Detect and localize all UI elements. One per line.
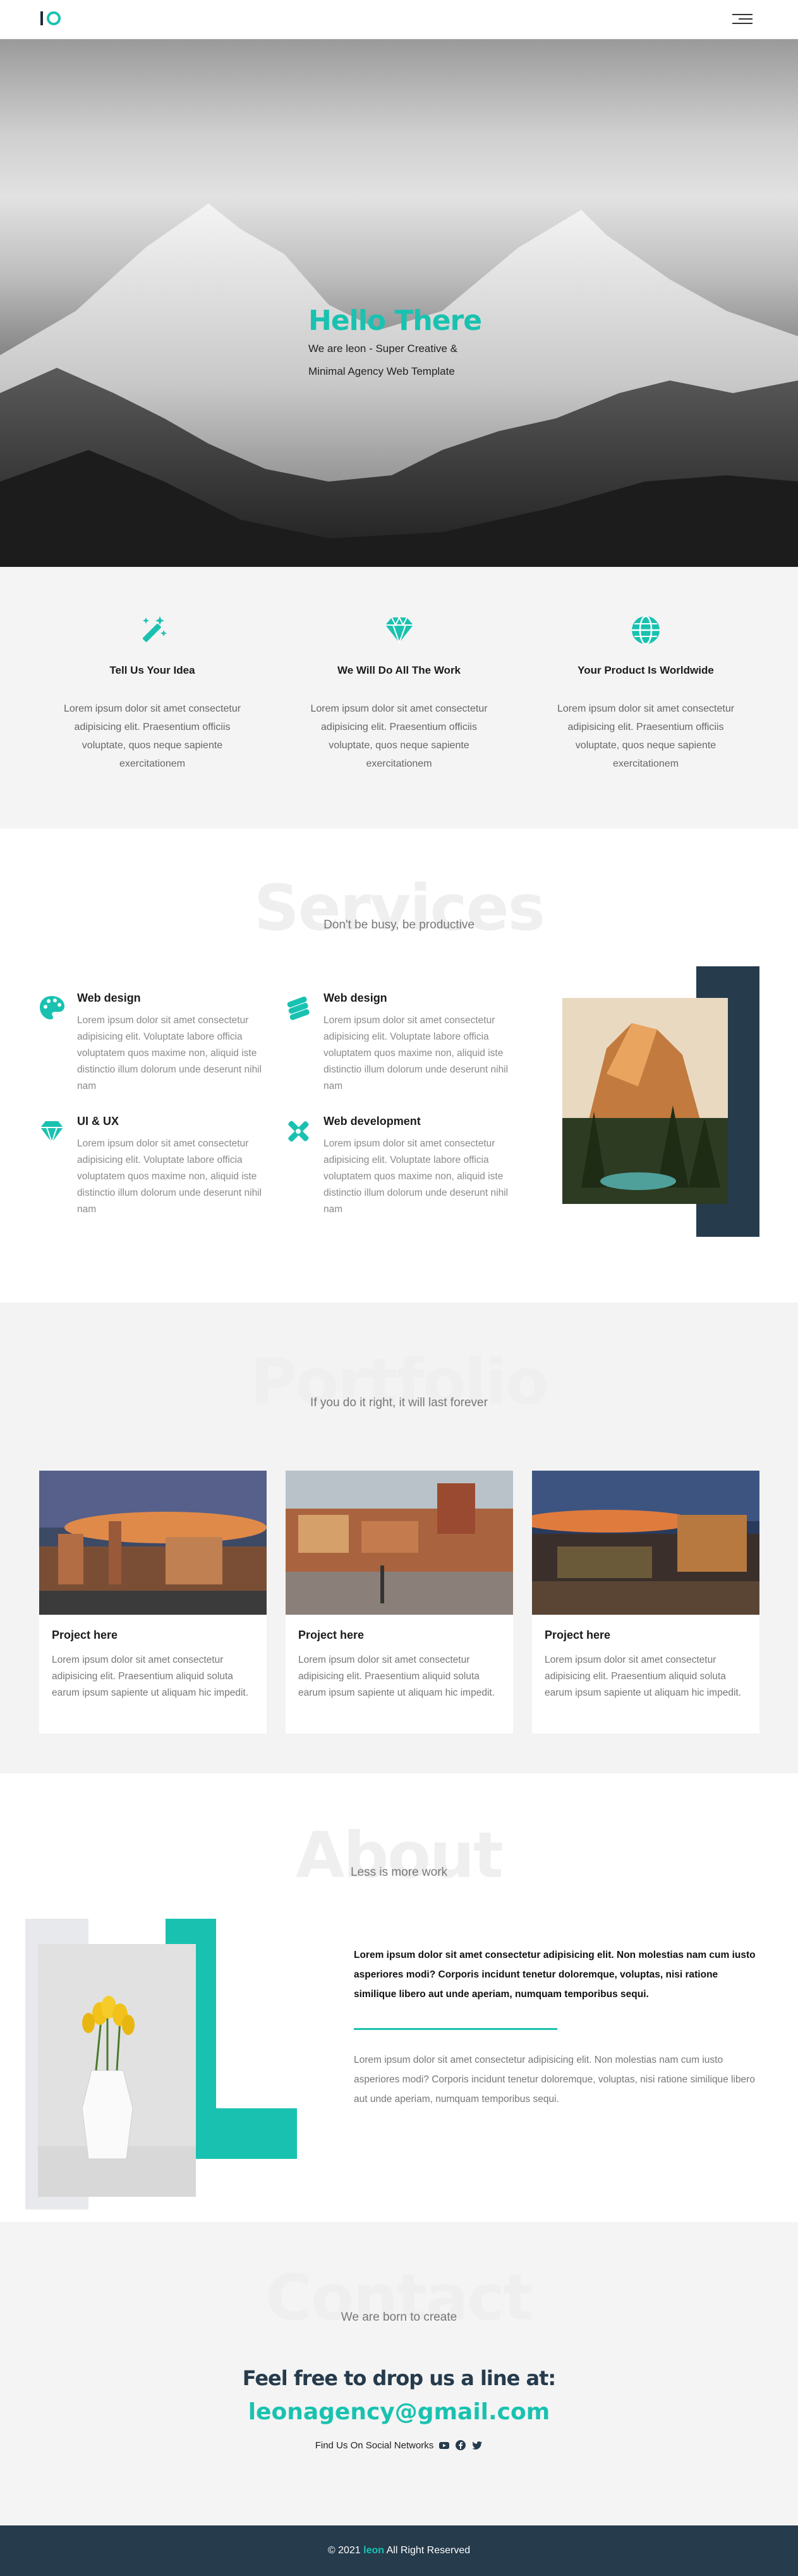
diamond-icon: [385, 616, 413, 645]
card-text: Lorem ipsum dolor sit amet consectetur a…: [52, 1655, 249, 1698]
social-label: Find Us On Social Networks: [315, 2439, 434, 2451]
service-item: Web development Lorem ipsum dolor sit am…: [284, 1115, 531, 1218]
features-section: Tell Us Your Idea Lorem ipsum dolor sit …: [0, 567, 798, 829]
project-image: [286, 1471, 513, 1615]
menu-line: [739, 18, 753, 20]
project-image: [532, 1471, 759, 1615]
service-text: Lorem ipsum dolor sit amet consectetur a…: [323, 1015, 509, 1091]
service-text: Lorem ipsum dolor sit amet consectetur a…: [323, 1138, 509, 1215]
service-title: Web design: [323, 992, 387, 1004]
hero-title: Hello There: [308, 305, 482, 337]
menu-line: [732, 23, 753, 24]
feature-title: We Will Do All The Work: [337, 664, 461, 676]
contact-email-link[interactable]: leonagency@gmail.com: [0, 2399, 798, 2425]
accent-divider: [354, 2028, 557, 2030]
portfolio-cards: Project here Lorem ipsum dolor sit amet …: [39, 1471, 759, 1734]
footer-copyright-prefix: © 2021: [327, 2545, 364, 2556]
site-header: [0, 0, 798, 39]
hamburger-menu-icon[interactable]: [732, 14, 753, 25]
hero-subtitle-line1: We are leon - Super Creative &: [308, 343, 457, 355]
services-heading: Services Don't be busy, be productive: [0, 829, 798, 940]
card-body: Project here Lorem ipsum dolor sit amet …: [532, 1615, 759, 1701]
site-footer: © 2021 leon All Right Reserved: [0, 2525, 798, 2576]
portfolio-heading: Portfolio If you do it right, it will la…: [0, 1303, 798, 1414]
portfolio-section: Portfolio If you do it right, it will la…: [0, 1303, 798, 1773]
portfolio-card[interactable]: Project here Lorem ipsum dolor sit amet …: [286, 1471, 513, 1734]
service-body: UI & UX Lorem ipsum dolor sit amet conse…: [77, 1115, 267, 1218]
card-title: Project here: [52, 1629, 118, 1641]
magic-wand-icon: [142, 616, 167, 642]
about-section: About Less is more work Lorem ipsum dolo…: [0, 1773, 798, 2222]
about-paragraph: Lorem ipsum dolor sit amet consectetur a…: [354, 2055, 755, 2105]
card-body: Project here Lorem ipsum dolor sit amet …: [39, 1615, 267, 1701]
contact-section: Contact We are born to create Feel free …: [0, 2222, 798, 2525]
feature-title: Tell Us Your Idea: [109, 664, 195, 676]
site-logo[interactable]: [40, 11, 61, 25]
stack-icon: [287, 996, 310, 1021]
diamond-icon: [40, 1121, 63, 1145]
service-body: Web design Lorem ipsum dolor sit amet co…: [323, 992, 513, 1095]
service-text: Lorem ipsum dolor sit amet consectetur a…: [77, 1015, 262, 1091]
section-subtitle: We are born to create: [341, 2311, 457, 2324]
menu-line: [732, 14, 753, 15]
section-subtitle: Don't be busy, be productive: [323, 918, 475, 932]
card-text: Lorem ipsum dolor sit amet consectetur a…: [545, 1655, 742, 1698]
service-body: Web design Lorem ipsum dolor sit amet co…: [77, 992, 267, 1095]
about-bold-paragraph: Lorem ipsum dolor sit amet consectetur a…: [354, 1950, 756, 2000]
service-title: UI & UX: [77, 1115, 119, 1127]
feature-item: We Will Do All The Work Lorem ipsum dolo…: [301, 612, 497, 829]
mountain-lake-photo: [562, 998, 728, 1204]
logo-bar: [40, 11, 43, 25]
project-image: [39, 1471, 267, 1615]
about-text: Lorem ipsum dolor sit amet consectetur a…: [354, 1945, 759, 2109]
card-body: Project here Lorem ipsum dolor sit amet …: [286, 1615, 513, 1701]
globe-icon: [632, 615, 660, 645]
feature-text: Lorem ipsum dolor sit amet consectetur a…: [63, 703, 241, 769]
portfolio-card[interactable]: Project here Lorem ipsum dolor sit amet …: [532, 1471, 759, 1734]
card-text: Lorem ipsum dolor sit amet consectetur a…: [298, 1655, 495, 1698]
feature-text: Lorem ipsum dolor sit amet consectetur a…: [310, 703, 488, 769]
twitter-icon[interactable]: [471, 2439, 483, 2451]
section-subtitle: If you do it right, it will last forever: [310, 1396, 488, 1409]
hero-text: Hello There We are leon - Super Creative…: [308, 305, 511, 382]
contact-heading-text: Feel free to drop us a line at:: [242, 2366, 556, 2390]
footer-copyright-suffix: All Right Reserved: [384, 2545, 471, 2556]
mountain-lake-image: [562, 998, 728, 1204]
service-title: Web development: [323, 1115, 421, 1127]
feature-title: Your Product Is Worldwide: [577, 664, 714, 676]
about-image-composition: [25, 1919, 297, 2209]
mountain-background-image: [0, 204, 798, 567]
service-item: Web design Lorem ipsum dolor sit amet co…: [284, 992, 531, 1095]
card-title: Project here: [298, 1629, 365, 1641]
social-links: Find Us On Social Networks: [0, 2439, 798, 2451]
portfolio-card[interactable]: Project here Lorem ipsum dolor sit amet …: [39, 1471, 267, 1734]
feature-text: Lorem ipsum dolor sit amet consectetur a…: [557, 703, 735, 769]
services-section: Services Don't be busy, be productive We…: [0, 829, 798, 1303]
service-item: UI & UX Lorem ipsum dolor sit amet conse…: [38, 1115, 284, 1218]
tools-icon: [288, 1121, 309, 1142]
service-body: Web development Lorem ipsum dolor sit am…: [323, 1115, 513, 1218]
service-title: Web design: [77, 992, 141, 1004]
service-text: Lorem ipsum dolor sit amet consectetur a…: [77, 1138, 262, 1215]
logo-ring: [47, 11, 61, 25]
section-subtitle: Less is more work: [350, 1866, 448, 1879]
hero-subtitle-line2: Minimal Agency Web Template: [308, 365, 455, 377]
card-title: Project here: [545, 1629, 611, 1641]
about-heading: About Less is more work: [0, 1773, 798, 1887]
feature-item: Tell Us Your Idea Lorem ipsum dolor sit …: [54, 612, 250, 829]
facebook-icon[interactable]: [455, 2439, 466, 2451]
footer-brand: leon: [363, 2545, 385, 2556]
service-item: Web design Lorem ipsum dolor sit amet co…: [38, 992, 284, 1095]
feature-item: Your Product Is Worldwide Lorem ipsum do…: [548, 612, 744, 829]
contact-heading: Contact We are born to create: [0, 2222, 798, 2330]
hero-section: Hello There We are leon - Super Creative…: [0, 39, 798, 567]
youtube-icon[interactable]: [438, 2439, 450, 2451]
palette-icon: [40, 996, 64, 1019]
services-grid: Web design Lorem ipsum dolor sit amet co…: [38, 992, 531, 1218]
